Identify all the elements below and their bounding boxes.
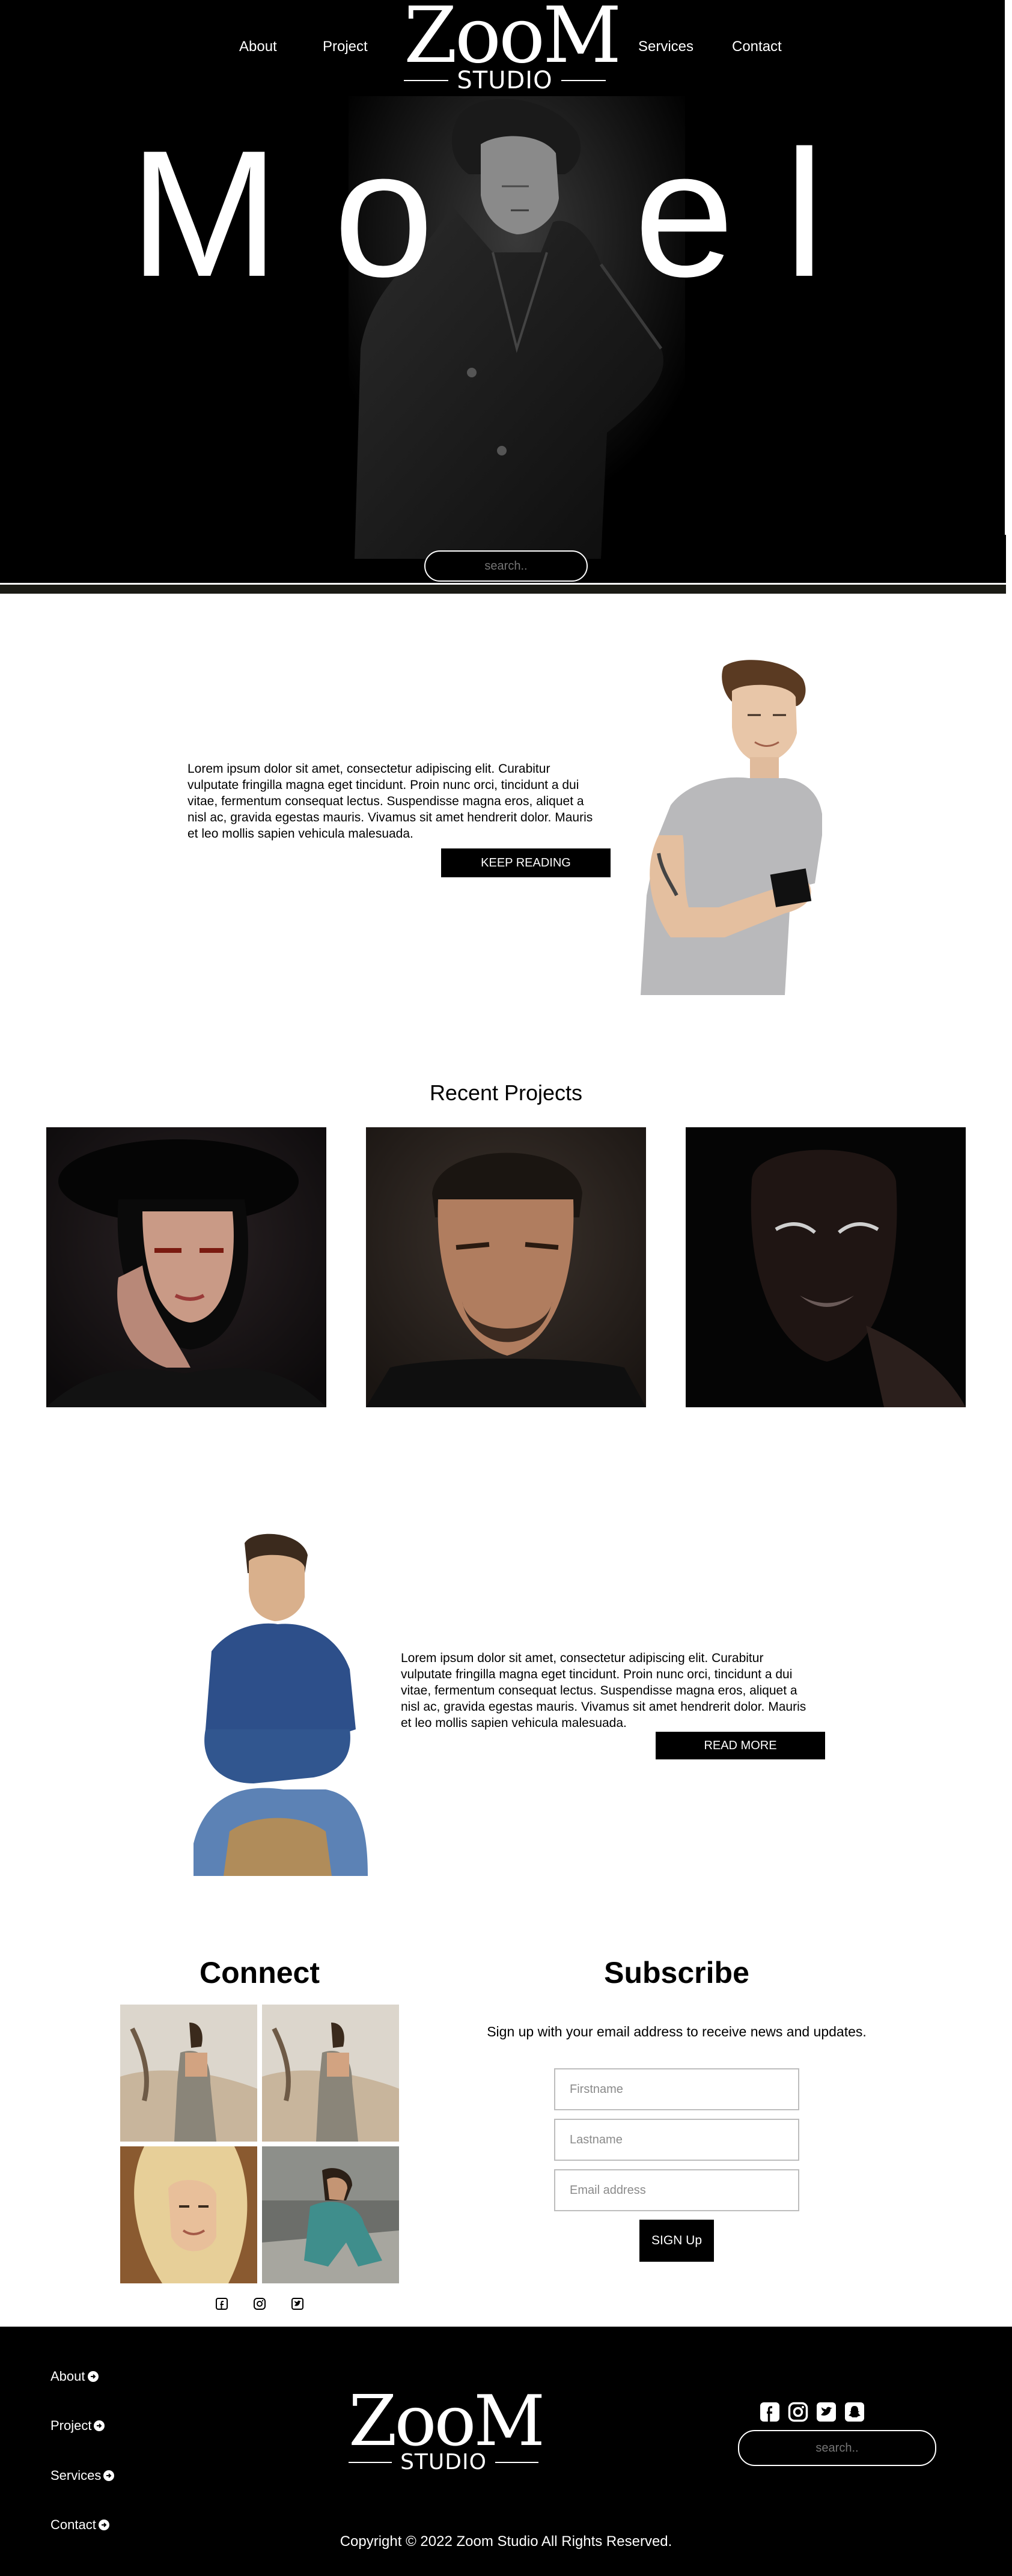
arrow-right-icon: [94, 2420, 105, 2431]
keep-reading-button[interactable]: KEEP READING: [441, 848, 611, 877]
logo-word: ZooM: [349, 2381, 545, 2462]
footer-link-label: Project: [50, 2418, 92, 2433]
hero-title-letter: e: [634, 112, 734, 314]
feature-text: Lorem ipsum dolor sit amet, consectetur …: [401, 1651, 806, 1730]
sign-up-button[interactable]: SIGN Up: [639, 2220, 714, 2262]
logo-subtitle: STUDIO: [400, 2450, 487, 2474]
logo-word: ZooM: [404, 0, 621, 81]
footer-logo[interactable]: ZooM STUDIO: [349, 2381, 545, 2474]
hero-search-input[interactable]: [424, 550, 588, 582]
hero-divider-strip: [0, 583, 1006, 594]
snapchat-icon[interactable]: [844, 2402, 865, 2422]
email-field[interactable]: [554, 2169, 799, 2211]
logo-subtitle: STUDIO: [457, 67, 553, 94]
project-image-2[interactable]: [366, 1127, 646, 1407]
arrow-right-icon: [103, 2470, 115, 2481]
logo[interactable]: ZooM STUDIO: [404, 0, 621, 94]
facebook-icon[interactable]: [760, 2402, 780, 2422]
footer-link-label: About: [50, 2369, 85, 2384]
footer-link-label: Contact: [50, 2517, 96, 2532]
twitter-icon[interactable]: [291, 2297, 304, 2310]
hero-title-letter: l: [784, 112, 825, 314]
hero-section: M o e l About Project Services Contact Z…: [0, 0, 1006, 583]
footer-search-input[interactable]: [738, 2430, 936, 2466]
connect-photo-2[interactable]: [262, 2005, 399, 2142]
logo-divider: [349, 2462, 392, 2463]
logo-divider: [561, 80, 606, 81]
facebook-icon[interactable]: [215, 2297, 228, 2310]
read-more-button[interactable]: READ MORE: [656, 1732, 825, 1759]
connect-photo-3[interactable]: [120, 2146, 257, 2283]
arrow-right-icon: [98, 2520, 109, 2530]
instagram-icon[interactable]: [788, 2402, 808, 2422]
arrow-right-icon: [87, 2371, 99, 2382]
connect-photo-4[interactable]: [262, 2146, 399, 2283]
twitter-icon[interactable]: [816, 2402, 837, 2422]
hero-title-letter: o: [334, 112, 434, 314]
nav-project[interactable]: Project: [323, 38, 368, 55]
nav-contact[interactable]: Contact: [732, 38, 782, 55]
connect-photo-1[interactable]: [120, 2005, 257, 2142]
lastname-field[interactable]: [554, 2119, 799, 2161]
connect-title: Connect: [200, 1956, 320, 1990]
about-text: Lorem ipsum dolor sit amet, consectetur …: [187, 762, 593, 841]
footer-link-contact[interactable]: Contact: [50, 2517, 109, 2533]
footer-link-about[interactable]: About: [50, 2369, 99, 2384]
project-image-1[interactable]: [46, 1127, 326, 1407]
recent-projects-title: Recent Projects: [429, 1080, 583, 1105]
logo-divider: [404, 80, 449, 81]
footer-link-project[interactable]: Project: [50, 2418, 105, 2434]
nav-about[interactable]: About: [239, 38, 277, 55]
instagram-icon[interactable]: [253, 2297, 266, 2310]
hero-title-letter: M: [129, 112, 279, 314]
logo-divider: [495, 2462, 538, 2463]
about-model-image: [635, 655, 822, 995]
feature-model-image: [187, 1531, 377, 1876]
subscribe-description: Sign up with your email address to recei…: [487, 2024, 867, 2039]
firstname-field[interactable]: [554, 2068, 799, 2110]
footer-link-services[interactable]: Services: [50, 2468, 115, 2483]
copyright-text: Copyright © 2022 Zoom Studio All Rights …: [340, 2533, 672, 2550]
project-image-3[interactable]: [686, 1127, 966, 1407]
footer-link-label: Services: [50, 2468, 102, 2483]
subscribe-title: Subscribe: [604, 1956, 749, 1990]
nav-services[interactable]: Services: [638, 38, 693, 55]
